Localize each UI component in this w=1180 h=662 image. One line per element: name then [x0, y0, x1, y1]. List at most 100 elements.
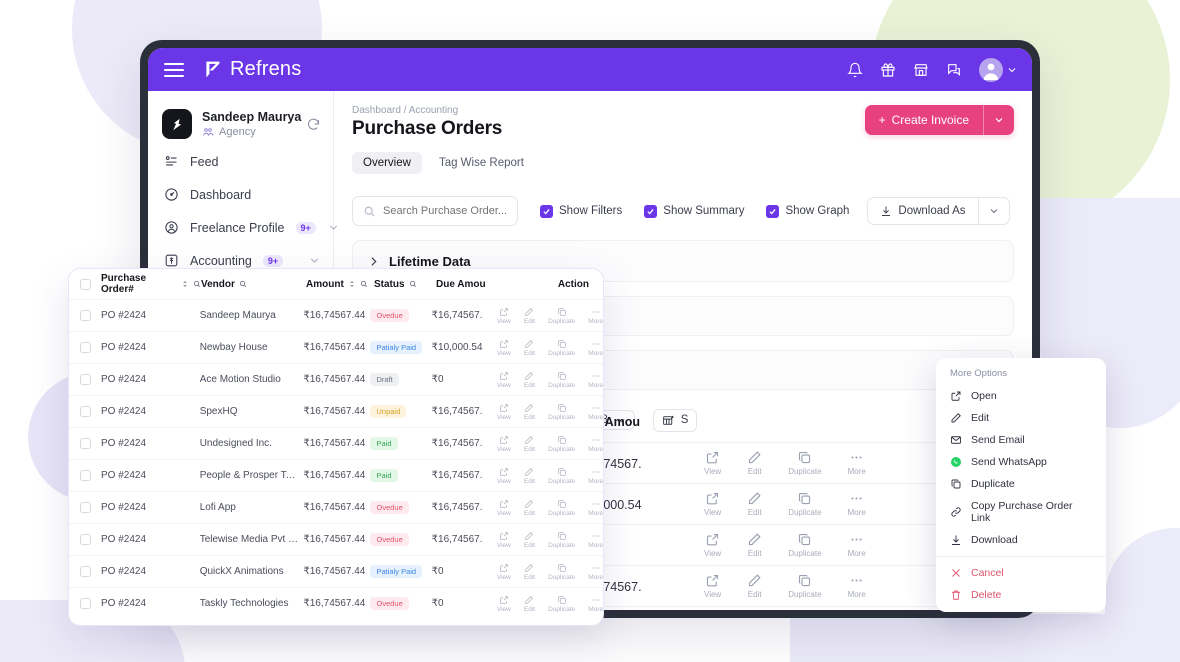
action-view[interactable]: View	[704, 532, 721, 558]
action-more[interactable]: More	[588, 467, 603, 485]
search-box[interactable]	[352, 196, 518, 226]
sidebar-item-feed[interactable]: Feed	[148, 145, 333, 178]
more-horizontal-icon[interactable]	[849, 573, 864, 588]
copy-icon[interactable]	[557, 499, 567, 509]
action-edit[interactable]: Edit	[524, 499, 535, 517]
more-horizontal-icon[interactable]	[591, 403, 601, 413]
action-edit[interactable]: Edit	[747, 450, 762, 476]
download-as-button[interactable]: Download As	[868, 198, 977, 224]
action-edit[interactable]: Edit	[524, 531, 535, 549]
action-edit[interactable]: Edit	[524, 339, 535, 357]
row-checkbox[interactable]	[79, 374, 91, 385]
column-header-status[interactable]: Status	[374, 279, 436, 290]
more-horizontal-icon[interactable]	[849, 450, 864, 465]
action-view[interactable]: View	[497, 531, 511, 549]
column-header-due-amount[interactable]: Due Amou	[436, 279, 496, 290]
action-more[interactable]: More	[588, 403, 603, 421]
table-row[interactable]: PO #2424 Undesigned Inc. ₹16,74567.44 Pa…	[69, 427, 603, 459]
copy-icon[interactable]	[797, 450, 812, 465]
table-row[interactable]: PO #2424 Newbay House ₹16,74567.44 Patia…	[69, 331, 603, 363]
action-edit[interactable]: Edit	[524, 467, 535, 485]
open-external-icon[interactable]	[705, 573, 720, 588]
more-horizontal-icon[interactable]	[591, 371, 601, 381]
action-edit[interactable]: Edit	[524, 435, 535, 453]
search-icon[interactable]	[409, 280, 417, 288]
table-row[interactable]: PO #2424 SpexHQ ₹16,74567.44 Unpaid ₹16,…	[69, 395, 603, 427]
brand-logo[interactable]: Refrens	[202, 58, 301, 81]
chevron-down-icon[interactable]	[1006, 64, 1018, 76]
action-duplicate[interactable]: Duplicate	[548, 563, 575, 581]
action-more[interactable]: More	[848, 573, 866, 599]
action-more[interactable]: More	[588, 307, 603, 325]
open-external-icon[interactable]	[499, 531, 509, 541]
menu-item-send-email[interactable]: Send Email	[936, 429, 1106, 451]
sort-icon[interactable]	[181, 280, 189, 288]
table-row[interactable]: PO #2424 People & Prosper Techn... ₹16,7…	[69, 459, 603, 491]
more-horizontal-icon[interactable]	[591, 467, 601, 477]
copy-icon[interactable]	[557, 403, 567, 413]
action-more[interactable]: More	[588, 499, 603, 517]
copy-icon[interactable]	[797, 491, 812, 506]
action-duplicate[interactable]: Duplicate	[548, 307, 575, 325]
menu-item-send-whatsapp[interactable]: Send WhatsApp	[936, 451, 1106, 473]
pencil-icon[interactable]	[524, 467, 534, 477]
cell-checkbox[interactable]	[69, 406, 101, 417]
action-view[interactable]: View	[497, 563, 511, 581]
action-view[interactable]: View	[497, 403, 511, 421]
toggle-show-filters[interactable]: Show Filters	[540, 204, 622, 218]
copy-icon[interactable]	[557, 435, 567, 445]
action-duplicate[interactable]: Duplicate	[788, 491, 822, 517]
hamburger-icon[interactable]	[164, 59, 184, 81]
pencil-icon[interactable]	[747, 450, 762, 465]
table-row[interactable]: PO #2424 Ace Motion Studio ₹16,74567.44 …	[69, 363, 603, 395]
action-duplicate[interactable]: Duplicate	[548, 371, 575, 389]
open-external-icon[interactable]	[499, 339, 509, 349]
action-more[interactable]: More	[588, 339, 603, 357]
action-more[interactable]: More	[588, 563, 603, 581]
action-duplicate[interactable]: Duplicate	[548, 531, 575, 549]
more-horizontal-icon[interactable]	[849, 491, 864, 506]
table-row[interactable]: PO #2424 Telewise Media Pvt Ltd ₹16,7456…	[69, 523, 603, 555]
action-view[interactable]: View	[497, 467, 511, 485]
sidebar-item-freelance-profile[interactable]: Freelance Profile 9+	[148, 211, 337, 244]
menu-item-copy-purchase-order-link[interactable]: Copy Purchase Order Link	[936, 495, 1106, 529]
open-external-icon[interactable]	[705, 450, 720, 465]
action-edit[interactable]: Edit	[747, 491, 762, 517]
open-external-icon[interactable]	[499, 595, 509, 605]
column-header-purchase-order[interactable]: Purchase Order#	[101, 273, 201, 295]
more-horizontal-icon[interactable]	[591, 531, 601, 541]
action-edit[interactable]: Edit	[524, 563, 535, 581]
account-menu[interactable]	[979, 57, 1018, 82]
menu-item-cancel[interactable]: Cancel	[936, 562, 1106, 584]
search-icon[interactable]	[360, 280, 368, 288]
tab-tag-wise-report[interactable]: Tag Wise Report	[428, 152, 535, 174]
action-view[interactable]: View	[497, 499, 511, 517]
pencil-icon[interactable]	[524, 307, 534, 317]
select-all-checkbox-cell[interactable]	[69, 278, 101, 290]
action-edit[interactable]: Edit	[524, 371, 535, 389]
pencil-icon[interactable]	[524, 563, 534, 573]
action-duplicate[interactable]: Duplicate	[548, 595, 575, 613]
search-icon[interactable]	[193, 280, 201, 288]
pencil-icon[interactable]	[524, 435, 534, 445]
copy-icon[interactable]	[557, 467, 567, 477]
action-duplicate[interactable]: Duplicate	[788, 450, 822, 476]
open-external-icon[interactable]	[499, 499, 509, 509]
open-external-icon[interactable]	[499, 467, 509, 477]
action-duplicate[interactable]: Duplicate	[788, 532, 822, 558]
gift-icon[interactable]	[880, 62, 896, 78]
open-external-icon[interactable]	[499, 563, 509, 573]
pencil-icon[interactable]	[524, 339, 534, 349]
select-all-checkbox[interactable]	[79, 278, 91, 290]
pencil-icon[interactable]	[747, 491, 762, 506]
pencil-icon[interactable]	[524, 403, 534, 413]
row-checkbox[interactable]	[79, 566, 91, 577]
cell-checkbox[interactable]	[69, 534, 101, 545]
refresh-icon[interactable]	[306, 117, 321, 132]
open-external-icon[interactable]	[705, 491, 720, 506]
row-checkbox[interactable]	[79, 598, 91, 609]
pencil-icon[interactable]	[747, 573, 762, 588]
action-edit[interactable]: Edit	[747, 532, 762, 558]
tab-overview[interactable]: Overview	[352, 152, 422, 174]
more-horizontal-icon[interactable]	[591, 595, 601, 605]
